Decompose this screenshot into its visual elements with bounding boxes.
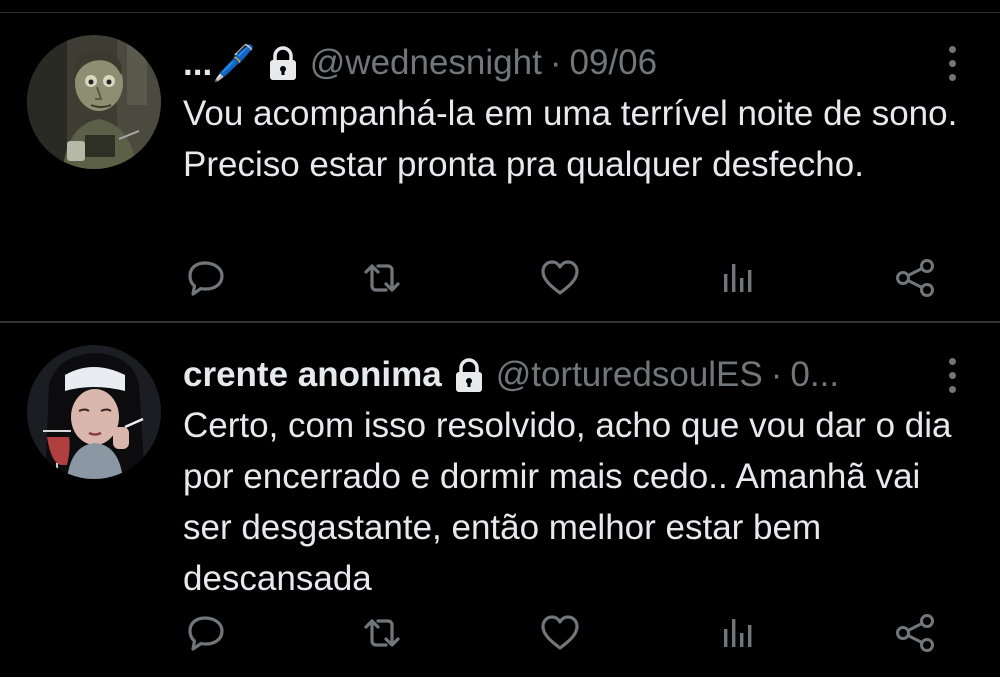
lock-icon xyxy=(452,357,486,393)
tweet-actions xyxy=(0,253,1000,303)
tweet[interactable]: ...🖊️ @wednesnight · 09/06 Vou acompanhá… xyxy=(0,13,1000,323)
separator-dot: · xyxy=(770,355,783,394)
avatar[interactable] xyxy=(27,345,161,479)
more-options-icon[interactable] xyxy=(942,41,962,85)
retweet-icon[interactable] xyxy=(357,608,407,658)
tweet[interactable]: crente anonima @torturedsoulES · 0... Ce… xyxy=(0,323,1000,677)
tweet-date[interactable]: 09/06 xyxy=(570,43,658,83)
tweet-text: Vou acompanhá-la em uma terrível noite d… xyxy=(183,94,958,184)
reply-icon[interactable] xyxy=(181,608,231,658)
views-icon[interactable] xyxy=(712,253,762,303)
lock-icon xyxy=(266,45,300,81)
views-icon[interactable] xyxy=(712,608,762,658)
user-handle[interactable]: @torturedsoulES xyxy=(496,355,763,395)
avatar[interactable] xyxy=(27,35,161,169)
top-divider xyxy=(0,0,1000,13)
reply-icon[interactable] xyxy=(181,253,231,303)
like-icon[interactable] xyxy=(535,608,585,658)
tweet-header: crente anonima @torturedsoulES · 0... xyxy=(183,353,940,397)
like-icon[interactable] xyxy=(535,253,585,303)
display-name[interactable]: crente anonima xyxy=(183,355,442,395)
share-icon[interactable] xyxy=(890,253,940,303)
separator-dot: · xyxy=(549,43,562,82)
user-handle[interactable]: @wednesnight xyxy=(310,43,542,83)
more-options-icon[interactable] xyxy=(942,353,962,397)
tweet-date[interactable]: 0... xyxy=(790,355,839,395)
display-name[interactable]: ...🖊️ xyxy=(183,43,256,84)
tweet-actions xyxy=(0,608,1000,658)
tweet-header: ...🖊️ @wednesnight · 09/06 xyxy=(183,41,940,85)
tweet-text: Certo, com isso resolvido, acho que vou … xyxy=(183,406,952,598)
retweet-icon[interactable] xyxy=(357,253,407,303)
share-icon[interactable] xyxy=(890,608,940,658)
